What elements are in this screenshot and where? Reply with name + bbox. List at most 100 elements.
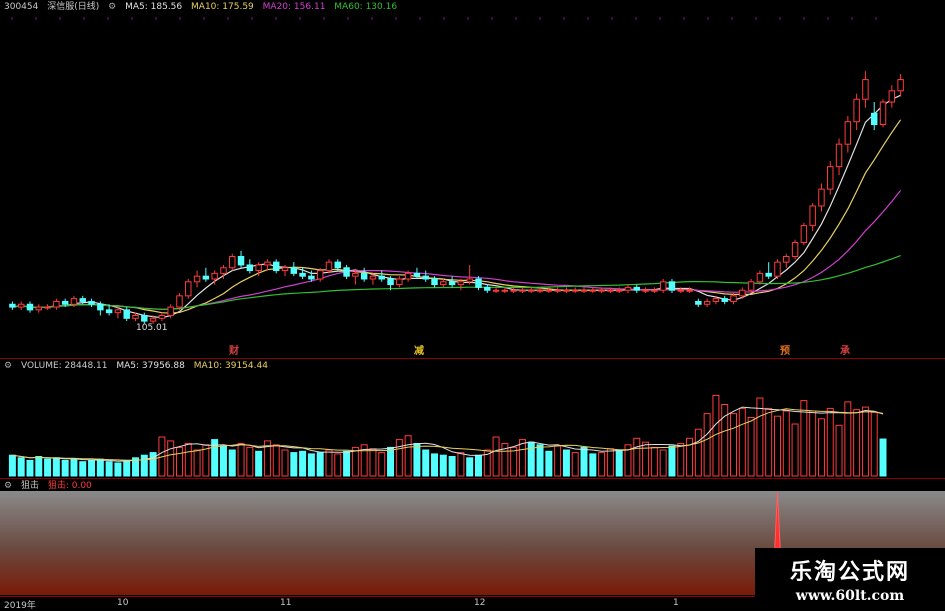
candle-body: [334, 261, 342, 269]
volume-bar: [659, 449, 667, 477]
candle-body: [835, 143, 843, 168]
candle-body: [352, 272, 359, 277]
candle-body: [844, 121, 852, 145]
volume-bar: [44, 458, 52, 477]
candle-body: [448, 281, 456, 286]
candle-body: [624, 286, 632, 291]
candle-body: [774, 261, 781, 277]
volume-bar: [879, 438, 887, 477]
candle-body: [167, 306, 174, 316]
volume-bar: [518, 439, 526, 477]
volume-bar: [791, 423, 799, 477]
volume-bar: [8, 454, 16, 477]
candle-body: [290, 267, 298, 274]
candle-body: [703, 300, 711, 305]
candle-body: [17, 303, 25, 308]
candle-body: [422, 275, 429, 280]
volume-bar: [114, 462, 122, 477]
candle-body: [686, 289, 693, 292]
candle-body: [809, 205, 816, 227]
chart-canvas[interactable]: [0, 0, 945, 609]
candle-body: [571, 289, 579, 292]
candle-body: [123, 309, 130, 319]
candle-body: [299, 272, 306, 277]
candle-body: [88, 300, 95, 305]
volume-bar: [96, 458, 104, 477]
candle-body: [853, 98, 860, 123]
volume-bar: [694, 428, 702, 477]
candle-body: [879, 101, 887, 126]
volume-bar: [765, 407, 773, 477]
volume-bar: [255, 450, 263, 477]
volume-bar: [193, 449, 201, 477]
volume-bar: [123, 459, 131, 477]
volume-bar: [571, 452, 579, 477]
volume-bar: [246, 446, 254, 477]
volume-bar: [457, 452, 465, 477]
volume-bar: [782, 410, 790, 477]
candle-body: [281, 267, 289, 272]
candle-body: [747, 281, 755, 291]
volume-bar: [290, 452, 298, 477]
candle-body: [642, 289, 649, 292]
candle-body: [475, 278, 482, 288]
candle-body: [255, 264, 262, 272]
candle-body: [9, 303, 16, 308]
candle-body: [695, 300, 702, 305]
volume-bar: [343, 450, 351, 477]
candle-body: [220, 267, 227, 274]
volume-bar: [70, 458, 78, 477]
volume-bar: [861, 406, 869, 477]
volume-bar: [817, 418, 825, 477]
volume-bar: [650, 446, 658, 477]
candle-body: [536, 289, 544, 292]
volume-bar: [79, 461, 87, 477]
volume-bar: [175, 446, 183, 477]
volume-bar: [747, 417, 755, 477]
candle-body: [818, 188, 825, 207]
candle-body: [633, 286, 641, 291]
candle-body: [431, 278, 438, 286]
candle-body: [378, 275, 385, 280]
candle-body: [545, 289, 553, 292]
candle-body: [528, 289, 535, 292]
volume-bar: [219, 445, 227, 477]
candle-body: [668, 281, 676, 291]
volume-bar: [738, 407, 746, 477]
volume-bar: [35, 456, 43, 477]
candle-body: [387, 278, 394, 286]
candle-body: [369, 275, 377, 280]
volume-bar: [580, 446, 588, 477]
volume-bar: [448, 456, 456, 477]
volume-bar: [474, 454, 482, 477]
volume-bar: [589, 453, 597, 477]
volume-bar: [395, 439, 403, 477]
volume-bar: [167, 440, 175, 477]
candle-body: [105, 309, 113, 314]
volume-bar: [703, 413, 711, 477]
candle-body: [316, 270, 324, 280]
volume-bar: [826, 407, 834, 477]
volume-bar: [334, 453, 342, 477]
volume-bar: [835, 424, 843, 477]
candle-body: [413, 272, 421, 277]
candle-body: [44, 306, 51, 309]
candle-body: [827, 166, 834, 190]
candle-body: [580, 289, 588, 292]
candle-body: [193, 275, 201, 283]
candle-body: [721, 298, 728, 302]
volume-bar: [369, 448, 377, 477]
volume-bar: [606, 448, 614, 477]
volume-bar: [26, 459, 34, 477]
volume-bar: [668, 445, 676, 477]
volume-bar: [404, 435, 412, 477]
candle-body: [501, 289, 509, 292]
candle-body: [158, 314, 166, 319]
candle-body: [272, 261, 280, 272]
volume-bar: [299, 450, 307, 477]
candle-body: [97, 303, 104, 311]
volume-bar: [237, 443, 245, 477]
volume-bar: [413, 443, 421, 477]
volume-bar: [316, 452, 324, 477]
candle-body: [61, 300, 69, 305]
